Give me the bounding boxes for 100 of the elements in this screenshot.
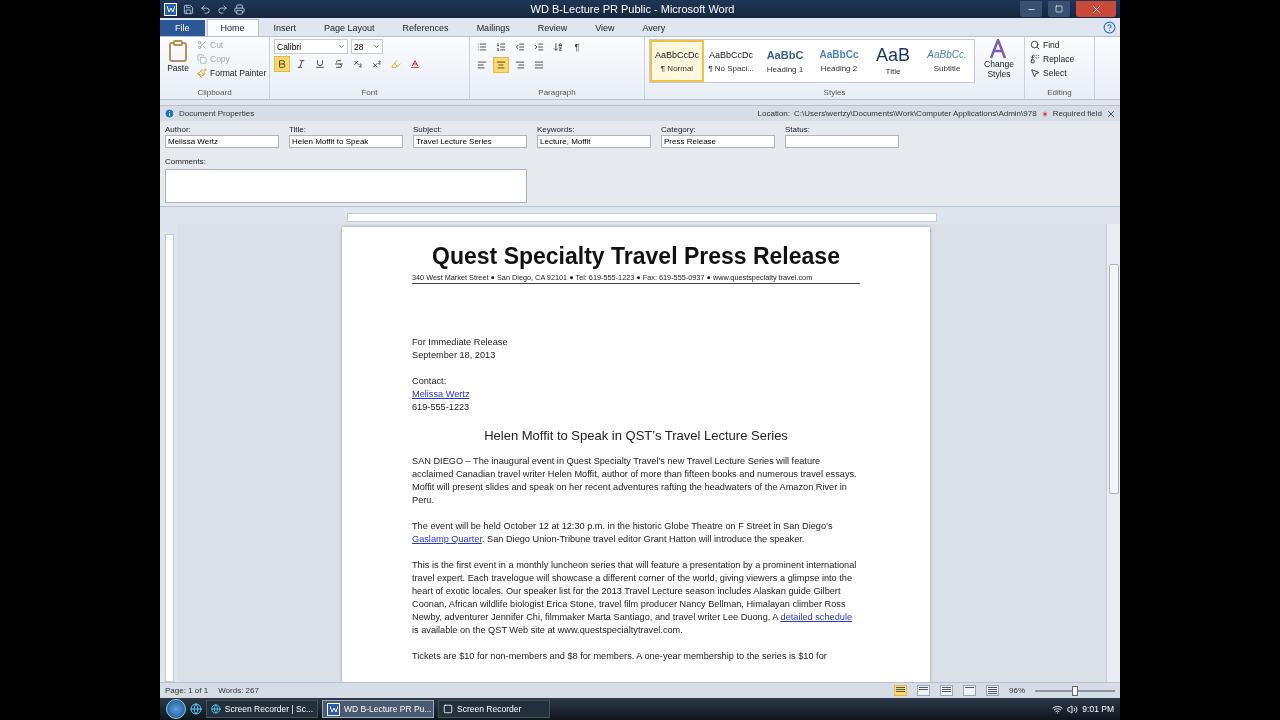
property-field[interactable] (785, 135, 899, 148)
group-label: Font (360, 88, 379, 99)
scissors-icon (197, 40, 207, 50)
field-label: Keywords: (537, 125, 576, 134)
alignment-icon (496, 60, 506, 70)
indent-icon (534, 42, 544, 52)
body-paragraph: The event will be held October 12 at 12:30 p.m. in the historic Globe Theatre on F Street in San Diego’s Gaslamp Quarter. San Diego Union-Tribune travel editor Grant Hatton will introduce the speaker. (412, 520, 834, 546)
panel-title[interactable]: Document Properties (179, 109, 255, 118)
contact-link[interactable]: Melissa Wertz (412, 389, 470, 399)
word-logo-icon (327, 702, 340, 716)
field-label: Author: (165, 125, 192, 134)
zoom-slider-thumb[interactable] (1072, 685, 1078, 696)
view-button[interactable] (963, 685, 976, 696)
location-path: C:\Users\wertzy\Documents\Work\Computer Applications\Admin\978 (794, 109, 1037, 118)
window-title: WD B-Lecture PR Public - Microsoft Word (529, 3, 736, 15)
property-field[interactable]: Travel Lecture Series (413, 135, 527, 148)
property-field[interactable]: Helen Moffit to Speak (289, 135, 403, 148)
ribbon-tab[interactable]: Avery (629, 20, 679, 36)
property-field[interactable]: Melissa Wertz (165, 135, 279, 148)
group-label: Paragraph (537, 88, 577, 99)
italic-icon (296, 59, 306, 69)
property-field[interactable]: Press Release (661, 135, 775, 148)
save-icon[interactable] (183, 3, 194, 15)
help-icon[interactable] (1103, 21, 1116, 34)
ribbon-tab[interactable]: Mailings (463, 20, 523, 36)
show-marks-button[interactable]: ¶ (569, 39, 585, 55)
info-icon (164, 108, 175, 119)
ribbon-tab[interactable]: Review (524, 20, 581, 36)
style-option[interactable]: AaBbCcDc ¶ Normal (650, 40, 704, 82)
volume-icon[interactable] (1067, 703, 1079, 715)
maximize-button[interactable] (1048, 1, 1070, 17)
ribbon-tab[interactable]: Page Layout (311, 20, 388, 36)
paste-button[interactable]: Paste (164, 39, 192, 88)
start-button[interactable] (166, 699, 186, 719)
subscript-icon (353, 59, 363, 69)
network-icon[interactable] (1052, 703, 1064, 715)
field-label: Comments: (165, 157, 206, 166)
alignment-icon (534, 60, 544, 70)
ribbon-tab[interactable]: Insert (260, 20, 310, 36)
browser-icon[interactable] (190, 703, 202, 715)
text-link[interactable]: detailed schedule (780, 612, 853, 622)
group-label: Editing (1046, 88, 1073, 99)
alignment-icon (515, 60, 525, 70)
alignment-icon (477, 60, 487, 70)
zoom-level: 96% (1009, 686, 1025, 695)
taskbar-item[interactable]: Screen Recorder | Sc... (206, 700, 318, 718)
text-link[interactable]: Gaslamp Quarter (412, 534, 482, 544)
select-button[interactable]: Select (1029, 67, 1076, 79)
change-styles-button[interactable]: Change Styles (979, 39, 1019, 88)
print-icon[interactable] (234, 3, 245, 15)
vertical-scrollbar[interactable] (1106, 224, 1120, 682)
find-button[interactable]: Find (1029, 39, 1076, 51)
redo-icon[interactable] (217, 3, 228, 15)
field-label: Subject: (413, 125, 443, 134)
dropdown-icon (338, 43, 345, 50)
page-count: Page: 1 of 1 (165, 686, 209, 695)
font-color-icon (410, 59, 420, 69)
property-field[interactable]: Lecture, Moffit (537, 135, 651, 148)
format-painter-button[interactable]: Format Painter (196, 67, 268, 79)
comments-field[interactable] (165, 169, 527, 203)
view-button[interactable] (940, 685, 953, 696)
numbered-list-icon (496, 42, 506, 52)
asterisk-icon (1040, 109, 1049, 118)
taskbar-item[interactable]: Screen Recorder (438, 700, 550, 718)
browser-icon (211, 704, 221, 714)
body-paragraph: SAN DIEGO – The inaugural event in Quest Specialty Travel’s new Travel Lecture Series will feature acclaimed Canadian travel writer Helen Moffit, author of more than fifteen books and numerous travel essays. Moffit will present slides and speak on her recent adventures rafting the headwaters of the Amazon River in Peru. (412, 455, 858, 507)
ribbon-tab[interactable]: View (582, 20, 628, 36)
copy-icon (197, 54, 207, 64)
clipboard-icon (166, 39, 190, 63)
strikethrough-icon (334, 59, 344, 69)
superscript-icon (372, 59, 382, 69)
align-button[interactable] (493, 57, 509, 73)
document-heading: Quest Specialty Travel Press Release (431, 243, 841, 270)
body-paragraph: This is the first event in a monthly luncheon series that will feature a presentation by a prominent international travel expert. Each travelogue will showcase a different corner of the world, giving viewers a glimpse into the heart of exotic locales. Our speaker list for the 2013 Travel Lecture season includes Alaskan guide Gilbert Coonan, African wildlife biologist Erica Stone, travel film producer Nancy Bellman, Himalayan climber Ross Newby, adventurer Jennifer Chi, filmmaker Marta Santiago, and travel writer Lee Duong. A detailed schedule is available on the QST Web site at www.questspecialtytravel.com. (412, 559, 858, 637)
outdent-icon (515, 42, 525, 52)
field-label: Title: (289, 125, 308, 134)
required-field-note: Required field (1052, 109, 1102, 118)
undo-icon[interactable] (200, 3, 211, 15)
ribbon-tab[interactable]: References (389, 20, 462, 36)
contact-phone: 619-555-1223 (412, 401, 470, 414)
bold-button[interactable] (274, 56, 290, 72)
view-button[interactable] (894, 685, 907, 696)
sort-icon (553, 42, 563, 52)
taskbar-item[interactable]: WD B-Lecture PR Pu... (322, 700, 434, 718)
view-button[interactable] (986, 685, 999, 696)
group-label: Styles (822, 88, 847, 99)
font-name-field[interactable]: Calibri (274, 39, 348, 54)
highlighter-icon (391, 59, 401, 69)
replace-button[interactable]: Replace (1029, 53, 1076, 65)
dropdown-icon (373, 43, 380, 50)
view-button[interactable] (917, 685, 930, 696)
ribbon-tab[interactable]: File (160, 20, 205, 36)
font-size-field[interactable]: 28 (351, 39, 383, 54)
pointer-icon (1030, 68, 1040, 78)
location-label: Location: (757, 109, 790, 118)
window-icon (443, 704, 453, 714)
bullet-list-icon (477, 42, 487, 52)
close-icon[interactable] (1106, 108, 1116, 119)
ribbon-tab[interactable]: Home (206, 19, 259, 36)
word-count: Words: 267 (218, 686, 259, 695)
